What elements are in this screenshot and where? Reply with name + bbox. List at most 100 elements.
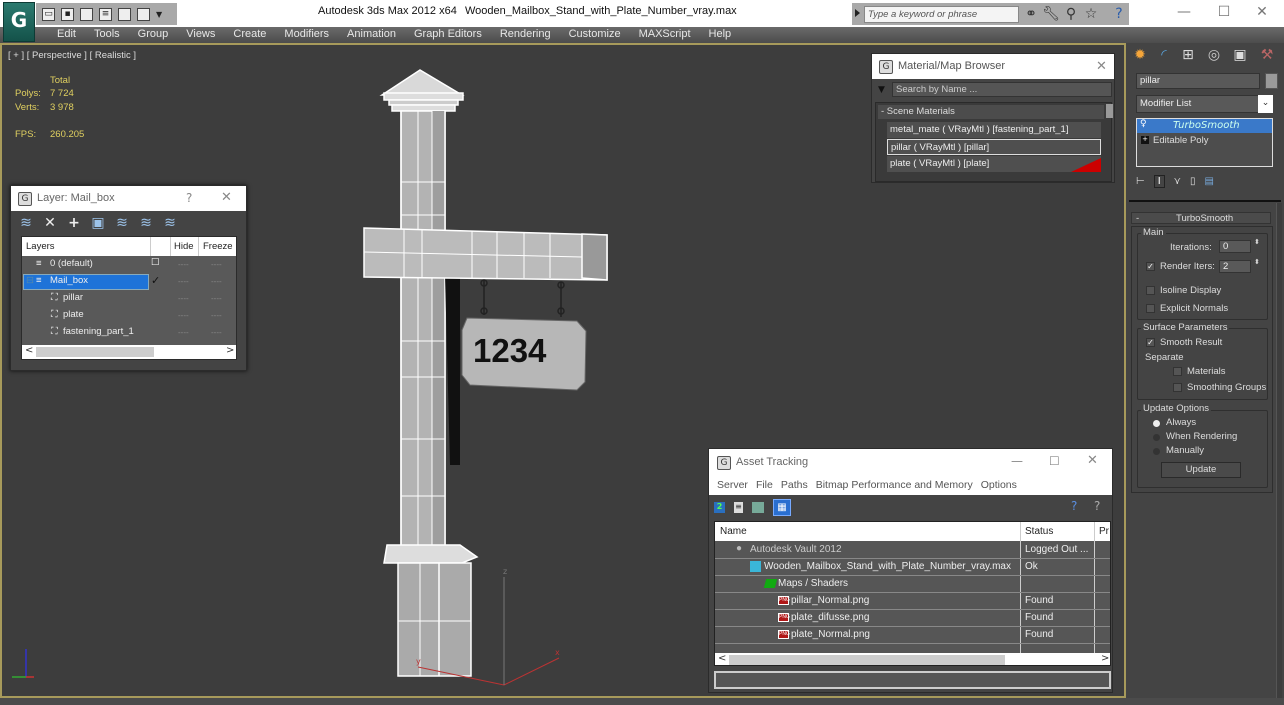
hide-toggle[interactable]: ---- xyxy=(178,328,189,337)
dropdown-icon[interactable]: ▼ xyxy=(156,10,162,19)
create-layer-icon[interactable]: ≋ xyxy=(19,215,33,231)
collapse-icon[interactable]: - xyxy=(1136,213,1139,224)
menu-group[interactable]: Group xyxy=(129,27,178,43)
menu-options[interactable]: Options xyxy=(977,476,1021,495)
asset-row[interactable]: PNG plate_difusse.png Found xyxy=(715,610,1110,627)
menu-customize[interactable]: Customize xyxy=(560,27,630,43)
scroll-left-button[interactable]: < xyxy=(718,653,726,664)
scroll-right-button[interactable]: > xyxy=(226,345,234,356)
make-unique-icon[interactable]: ⋎ xyxy=(1174,176,1181,187)
freeze-toggle[interactable]: ---- xyxy=(211,328,222,337)
modifier-list-dropdown[interactable]: Modifier List xyxy=(1136,95,1272,113)
layer-row[interactable]: ⛶ plate ---- ---- xyxy=(22,308,236,325)
utilities-tab-icon[interactable]: ⚒ xyxy=(1256,47,1278,67)
modify-tab-icon[interactable]: ◜ xyxy=(1153,47,1175,67)
help-icon[interactable]: ? xyxy=(1110,6,1128,22)
menu-paths[interactable]: Paths xyxy=(777,476,812,495)
delete-layer-icon[interactable]: ✕ xyxy=(43,215,57,231)
column-proxy[interactable]: Pr xyxy=(1099,526,1109,537)
freeze-toggle[interactable]: ---- xyxy=(211,311,222,320)
asset-row[interactable]: Wooden_Mailbox_Stand_with_Plate_Number_v… xyxy=(715,559,1110,576)
list-view-icon[interactable]: ≡ xyxy=(734,502,743,513)
iterations-spinner[interactable]: ⬍ xyxy=(1254,238,1260,246)
layer-row[interactable]: ⊟ ≡ Mail_box ✓ ---- ---- xyxy=(22,274,236,291)
display-tab-icon[interactable]: ▣ xyxy=(1229,47,1251,67)
stack-item-editable-poly[interactable]: + Editable Poly xyxy=(1137,134,1272,147)
menu-views[interactable]: Views xyxy=(177,27,224,43)
asset-row[interactable]: Maps / Shaders xyxy=(715,576,1110,593)
pin-stack-icon[interactable]: ⊢ xyxy=(1136,176,1145,187)
app-menu-button[interactable]: G xyxy=(3,2,35,42)
menu-create[interactable]: Create xyxy=(224,27,275,43)
close-button[interactable]: ✕ xyxy=(221,190,232,205)
render-iters-input[interactable]: 2 xyxy=(1219,260,1251,273)
scrollbar-thumb[interactable] xyxy=(729,655,1005,665)
refresh-icon[interactable]: 2 xyxy=(714,502,725,513)
open-icon[interactable]: ▭ xyxy=(42,7,55,21)
scroll-left-button[interactable]: < xyxy=(25,345,33,356)
add-to-layer-icon[interactable]: + xyxy=(67,215,81,231)
remove-modifier-icon[interactable]: ▯ xyxy=(1190,176,1196,187)
menu-server[interactable]: Server xyxy=(713,476,752,495)
options-dropdown-icon[interactable]: ▼ xyxy=(878,85,885,95)
search-input[interactable]: Type a keyword or phrase xyxy=(864,6,1019,23)
hide-toggle[interactable]: ---- xyxy=(178,294,189,303)
hide-all-icon[interactable]: ≋ xyxy=(139,215,153,231)
menu-tools[interactable]: Tools xyxy=(85,27,129,43)
menu-rendering[interactable]: Rendering xyxy=(491,27,560,43)
close-button[interactable]: ✕ xyxy=(1087,453,1098,468)
undo-icon[interactable] xyxy=(118,7,131,21)
save-icon[interactable]: ▪ xyxy=(61,7,74,21)
expand-icon[interactable]: + xyxy=(1141,136,1149,144)
wrench-icon[interactable]: 🔧︎ xyxy=(1042,6,1060,22)
binoculars-icon[interactable]: ⚭ xyxy=(1022,6,1040,22)
scroll-right-button[interactable]: > xyxy=(1101,653,1109,664)
object-color-swatch[interactable] xyxy=(1265,73,1278,89)
menu-help[interactable]: Help xyxy=(700,27,741,43)
layer-row[interactable]: ≡ 0 (default) ☐ ---- ---- xyxy=(22,257,236,274)
create-tab-icon[interactable]: ✹ xyxy=(1129,47,1151,67)
horizontal-scrollbar[interactable]: < > xyxy=(715,653,1110,665)
menu-bitmap-performance[interactable]: Bitmap Performance and Memory xyxy=(812,476,977,495)
redo-icon[interactable] xyxy=(137,7,150,21)
column-layers[interactable]: Layers xyxy=(26,241,55,252)
column-freeze[interactable]: Freeze xyxy=(203,241,233,252)
table-view-icon[interactable]: ▦ xyxy=(773,499,791,516)
help-icon[interactable]: ? xyxy=(1071,499,1077,513)
freeze-toggle[interactable]: ---- xyxy=(211,294,222,303)
update-button[interactable]: Update xyxy=(1161,462,1241,478)
explicit-normals-checkbox[interactable] xyxy=(1146,304,1155,313)
freeze-toggle[interactable]: ---- xyxy=(211,260,222,269)
satellite-icon[interactable]: ⚲ xyxy=(1062,6,1080,22)
star-icon[interactable]: ☆ xyxy=(1082,6,1100,22)
render-iters-spinner[interactable]: ⬍ xyxy=(1254,258,1260,266)
smoothing-groups-checkbox[interactable] xyxy=(1173,383,1182,392)
hierarchy-tab-icon[interactable]: ⊞ xyxy=(1177,47,1199,67)
hide-toggle[interactable]: ---- xyxy=(178,277,189,286)
asset-row[interactable]: PNG plate_Normal.png Found xyxy=(715,627,1110,644)
menu-animation[interactable]: Animation xyxy=(338,27,405,43)
maximize-button[interactable]: ☐ xyxy=(1214,4,1234,20)
update-manually-radio[interactable] xyxy=(1153,448,1160,455)
material-search-input[interactable]: Search by Name ... xyxy=(892,82,1112,97)
maximize-button[interactable]: ☐ xyxy=(1049,454,1060,468)
menu-edit[interactable]: Edit xyxy=(48,27,85,43)
menu-file[interactable]: File xyxy=(752,476,777,495)
layer-row[interactable]: ⛶ fastening_part_1 ---- ---- xyxy=(22,325,236,342)
project-icon[interactable]: ≡ xyxy=(99,7,112,21)
collapse-icon[interactable]: ⊟ xyxy=(26,275,34,286)
current-layer-toggle[interactable]: ☐ xyxy=(151,257,160,268)
asset-row[interactable]: PNG pillar_Normal.png Found xyxy=(715,593,1110,610)
update-rendering-radio[interactable] xyxy=(1153,434,1160,441)
layer-dialog-title[interactable]: Layer: Mail_box xyxy=(11,186,246,211)
isoline-display-checkbox[interactable] xyxy=(1146,286,1155,295)
chevron-down-icon[interactable]: ⌄ xyxy=(1258,95,1273,113)
motion-tab-icon[interactable]: ◎ xyxy=(1203,47,1225,67)
new-icon[interactable] xyxy=(80,7,93,21)
menu-modifiers[interactable]: Modifiers xyxy=(275,27,338,43)
expand-arrow-icon[interactable] xyxy=(855,9,860,17)
bulb-icon[interactable]: ♀ xyxy=(1140,119,1147,129)
asset-row[interactable]: ● Autodesk Vault 2012 Logged Out ... xyxy=(715,542,1110,559)
column-hide[interactable]: Hide xyxy=(174,241,194,252)
scrollbar-thumb[interactable] xyxy=(1106,104,1113,118)
